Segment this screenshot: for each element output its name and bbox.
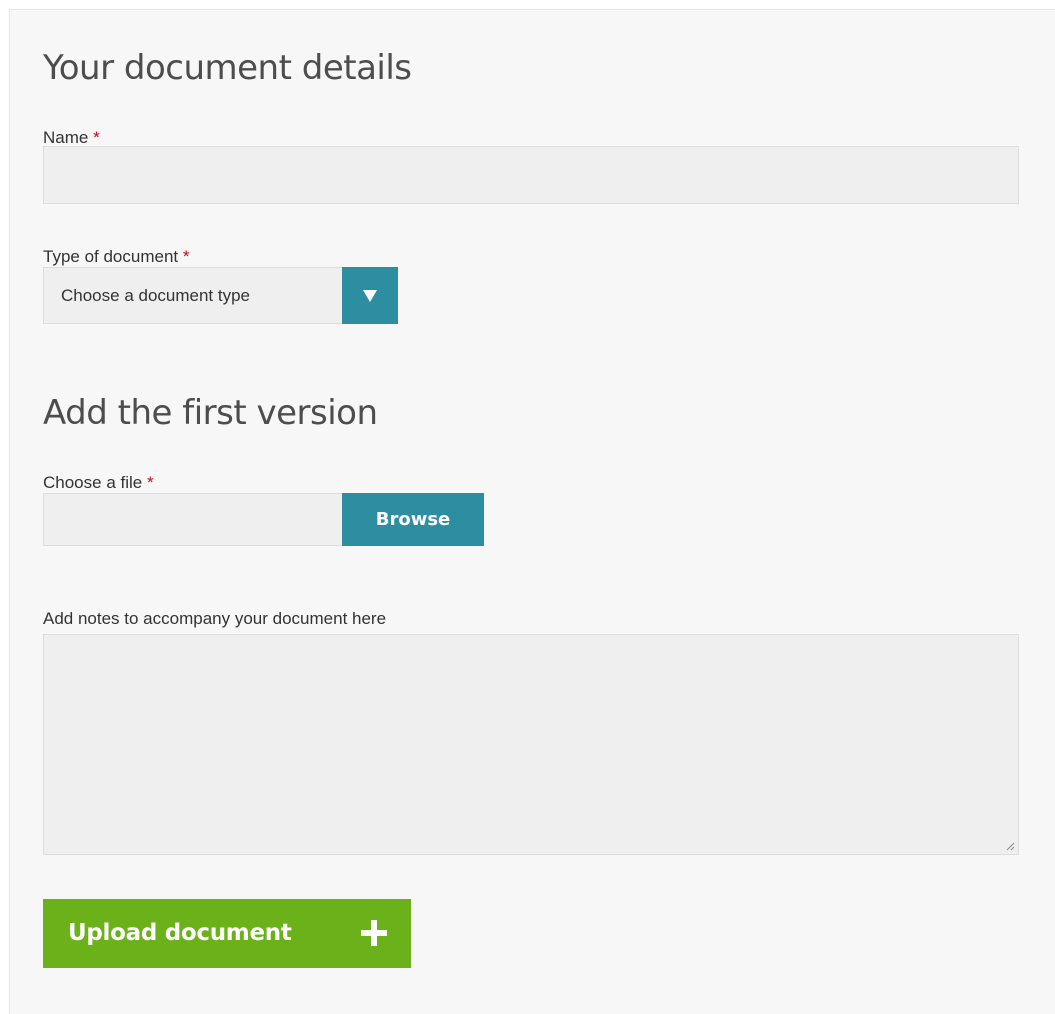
resize-grip-icon[interactable] — [1005, 841, 1015, 851]
name-label-text: Name — [43, 128, 89, 147]
upload-document-button[interactable]: Upload document — [43, 899, 411, 968]
doc-type-label: Type of document * — [43, 247, 190, 267]
doc-type-label-text: Type of document — [43, 247, 179, 266]
section-title-first-version: Add the first version — [43, 393, 378, 433]
notes-textarea[interactable] — [43, 634, 1019, 855]
doc-type-selected-value: Choose a document type — [61, 286, 251, 305]
dropdown-toggle-button[interactable] — [342, 267, 398, 324]
name-label: Name * — [43, 128, 100, 148]
triangle-down-icon — [363, 289, 377, 302]
section-title-document-details: Your document details — [43, 48, 412, 88]
file-label-text: Choose a file — [43, 473, 143, 492]
name-input[interactable] — [43, 146, 1019, 204]
upload-button-label: Upload document — [68, 920, 292, 946]
file-path-field[interactable] — [43, 493, 343, 546]
required-asterisk: * — [93, 128, 100, 147]
browse-button[interactable]: Browse — [342, 493, 484, 546]
doc-type-select[interactable]: Choose a document type — [43, 267, 398, 324]
file-label: Choose a file * — [43, 473, 154, 493]
required-asterisk: * — [146, 473, 154, 492]
notes-label: Add notes to accompany your document her… — [43, 609, 387, 628]
required-asterisk: * — [182, 247, 190, 266]
plus-icon — [361, 920, 387, 946]
